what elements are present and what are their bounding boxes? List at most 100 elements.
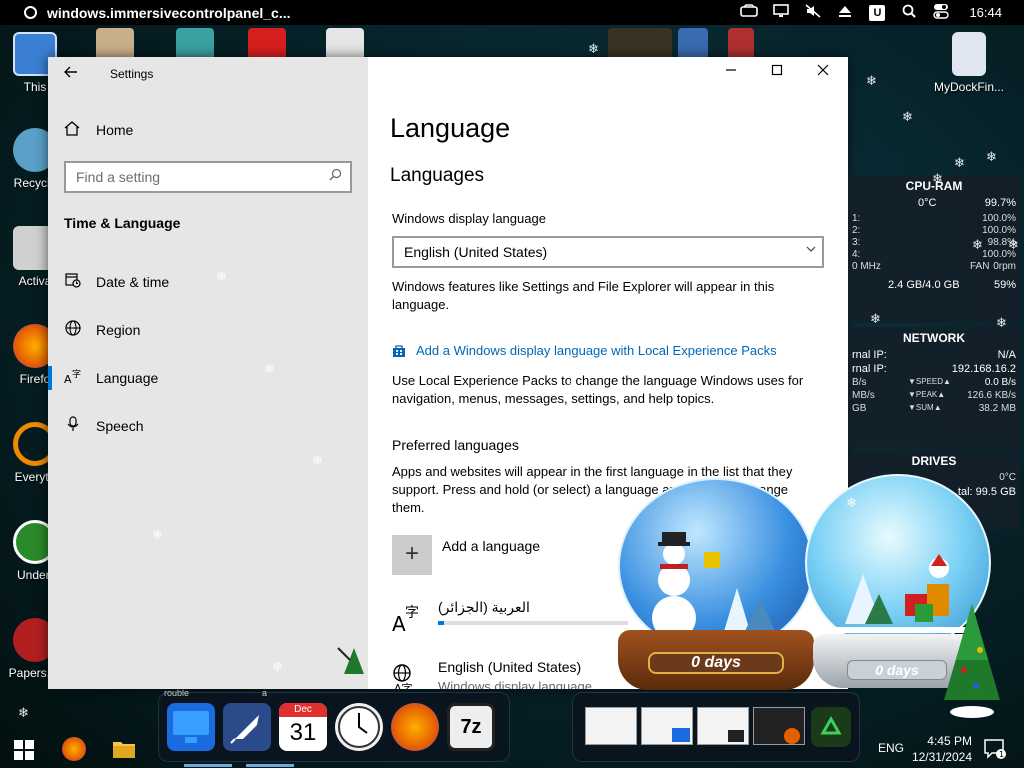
nav-item-region[interactable]: Region — [48, 306, 368, 354]
lxp-link-label: Add a Windows display language with Loca… — [416, 343, 777, 358]
toggles-icon[interactable] — [925, 3, 957, 22]
net-row-left: GB — [852, 403, 867, 414]
snowflake-icon: ❄ — [588, 41, 599, 56]
home-icon — [64, 121, 80, 139]
monitor-icon[interactable] — [765, 4, 797, 21]
active-app-indicator — [184, 764, 232, 767]
fan-speed: 0rpm — [993, 261, 1016, 272]
background-text: a — [262, 688, 268, 698]
internal-ip-label: rnal IP: — [852, 349, 887, 361]
nav-item-speech[interactable]: Speech — [48, 402, 368, 450]
microphone-icon — [64, 416, 82, 436]
cpu-total: 99.7% — [984, 197, 1016, 209]
window-title: Settings — [110, 67, 154, 81]
add-language-button[interactable]: + — [392, 535, 432, 575]
christmas-tree-decoration — [944, 604, 1000, 718]
circle-icon[interactable] — [24, 6, 37, 19]
display-language-label: Windows display language — [392, 211, 546, 226]
desktop-icon-mydockfinder[interactable]: MyDockFin... — [934, 32, 1004, 94]
language-subtitle: Windows display language — [438, 679, 592, 689]
cpu-ram-title: CPU-RAM — [905, 179, 963, 193]
language-name: English (United States) — [438, 659, 582, 675]
add-language-label[interactable]: Add a language — [442, 538, 540, 554]
core-value: 100.0% — [982, 225, 1016, 236]
back-arrow-icon[interactable] — [64, 65, 78, 83]
mute-icon[interactable] — [797, 4, 829, 21]
desktop-icon-label: MyDockFin... — [934, 80, 1005, 94]
nav-item-label: Region — [96, 322, 141, 338]
search-icon[interactable] — [329, 168, 342, 184]
desktop-icon-top-4[interactable] — [326, 28, 364, 60]
net-row-value: 0.0 B/s — [984, 377, 1016, 388]
minimize-icon[interactable] — [708, 63, 754, 79]
cloud-drive-icon[interactable] — [733, 4, 765, 21]
display-language-dropdown[interactable]: English (United States) — [392, 236, 824, 268]
days-counter: 0 days — [648, 652, 784, 674]
svg-text:字: 字 — [72, 368, 81, 380]
home-nav-item[interactable]: Home — [64, 121, 133, 139]
lxp-link[interactable]: Add a Windows display language with Loca… — [392, 343, 777, 358]
desktop-icon-top-2[interactable] — [176, 28, 214, 60]
snowflake-icon: ❄ — [18, 705, 29, 720]
notification-icon[interactable]: 1 — [984, 739, 1006, 759]
u-badge-icon[interactable]: U — [861, 4, 893, 21]
language-name: العربية (الجزائر) — [438, 599, 530, 615]
snowflake-icon: ❄ — [986, 149, 997, 164]
small-tree-decoration — [337, 647, 364, 674]
net-row-value: 126.6 KB/s — [967, 390, 1016, 401]
reindeer-decoration — [608, 28, 672, 60]
nav-item-label: Language — [96, 370, 159, 386]
background-text: rouble — [164, 688, 190, 698]
chevron-down-icon — [806, 242, 816, 256]
drives-title: DRIVES — [911, 454, 957, 468]
mcdonalds-icon[interactable] — [248, 28, 286, 60]
svg-text:A: A — [64, 373, 72, 384]
house-decoration-2 — [728, 28, 754, 60]
system-tray: ENG 4:45 PM 12/31/2024 1 — [824, 731, 1024, 768]
store-icon — [392, 344, 406, 358]
core-label: 4: — [852, 249, 861, 260]
file-explorer-icon[interactable] — [112, 739, 136, 764]
net-row-left: MB/s — [852, 390, 875, 401]
core-value: 98.8% — [987, 237, 1016, 248]
drive-icon — [952, 32, 986, 76]
snow-globe-left[interactable]: 0 days — [612, 478, 818, 690]
net-row-label: ▼PEAK▲ — [908, 390, 946, 399]
desktop-icon-label: Firefo — [19, 372, 51, 386]
section-title: Time & Language — [64, 215, 181, 231]
desktop-icon-label: This — [23, 80, 47, 94]
close-icon[interactable] — [800, 63, 846, 79]
active-window-title: windows.immersivecontrolpanel_c... — [47, 4, 291, 21]
nav-item-date-time[interactable]: Date & time — [48, 258, 368, 306]
find-setting-input[interactable]: Find a setting — [64, 161, 352, 193]
nav-item-label: Speech — [96, 418, 144, 434]
search-icon[interactable] — [893, 4, 925, 21]
drives-temp: 0°C — [999, 472, 1016, 483]
windows-start-icon[interactable] — [14, 740, 34, 760]
input-language[interactable]: ENG — [878, 741, 904, 755]
globe-language-icon: A字 — [392, 663, 428, 689]
nav-item-language[interactable]: A字 Language — [48, 354, 368, 402]
nav-item-label: Date & time — [96, 274, 170, 290]
preferred-languages-heading: Preferred languages — [392, 437, 519, 453]
ram-percent: 59% — [993, 279, 1016, 291]
taskbar-date: 12/31/2024 — [911, 750, 972, 764]
net-row-left: B/s — [852, 377, 867, 388]
notification-count: 1 — [999, 750, 1004, 759]
core-value: 100.0% — [982, 249, 1016, 260]
network-title: NETWORK — [903, 331, 965, 345]
language-progress-bar — [438, 621, 628, 625]
home-label: Home — [96, 122, 134, 138]
core-label: 1: — [852, 213, 861, 224]
maximize-icon[interactable] — [754, 63, 800, 79]
internal-ip-value: N/A — [997, 349, 1016, 361]
taskbar-firefox-icon[interactable] — [62, 737, 86, 761]
taskbar-clock[interactable]: 4:45 PM 12/31/2024 — [912, 733, 972, 765]
top-bar: windows.immersivecontrolpanel_c... U 16:… — [0, 0, 1024, 25]
desktop-icon-top-1[interactable] — [96, 28, 134, 60]
eject-icon[interactable] — [829, 4, 861, 21]
snowflake-icon: ❄ — [954, 155, 965, 170]
snowflake-icon: ❄ — [866, 73, 877, 88]
globe-icon — [64, 320, 82, 340]
top-bar-clock: 16:44 — [969, 5, 1002, 20]
